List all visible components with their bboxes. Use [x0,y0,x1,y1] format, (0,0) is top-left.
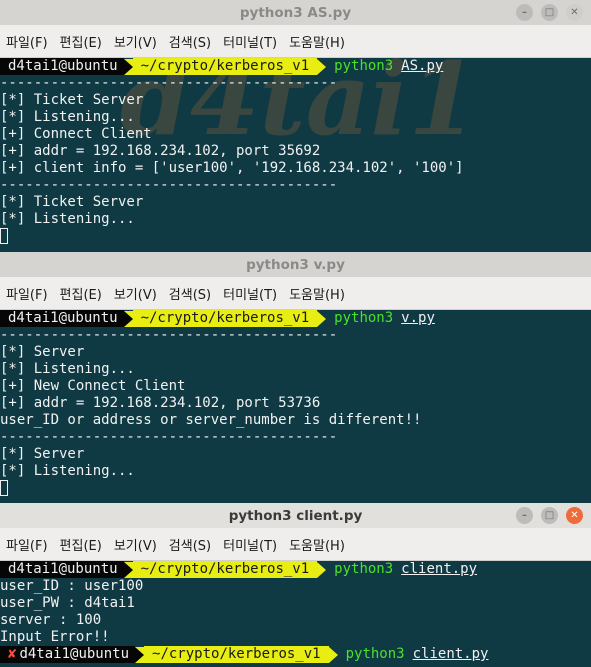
terminal-window-as[interactable]: python3 AS.py – □ ✕ 파일(F) 편집(E) 보기(V) 검색… [0,0,591,250]
output-line: [*] Listening... [0,463,135,479]
prompt-path: ~/crypto/kerberos_v1 [144,646,329,663]
output-line: [*] Ticket Server [0,92,144,108]
prompt-host: d4tai1@ubuntu [0,310,124,327]
output-line: [+] addr = 192.168.234.102, port 35692 [0,143,321,159]
titlebar[interactable]: python3 AS.py – □ ✕ [0,0,591,25]
close-icon[interactable]: ✕ [566,4,583,21]
error-x-icon: ✘ [8,646,17,662]
powerline-arrow-icon [123,561,133,578]
output-line: [*] Ticket Server [0,194,144,210]
output-line: [*] Listening... [0,211,135,227]
menu-view[interactable]: 보기(V) [114,32,157,51]
output-line: ---------------------------------------- [0,327,338,343]
terminal-output[interactable]: d4tai1@ubuntu ~/crypto/kerberos_v1 python3… [0,561,591,663]
shell-prompt: ✘ d4tai1@ubuntu ~/crypto/kerberos_v1 python… [0,646,591,663]
menu-view[interactable]: 보기(V) [114,535,157,554]
terminal-cursor [0,228,8,244]
output-line: user_PW : d4tai1 [0,595,135,611]
minimize-icon[interactable]: – [516,507,533,524]
powerline-arrow-icon [135,646,145,663]
output-line: server : 100 [0,612,102,628]
terminal-cursor [0,480,8,496]
menu-file[interactable]: 파일(F) [6,535,48,554]
prompt-command: python3 [334,58,394,74]
prompt-host-text: d4tai1@ubuntu [19,646,130,662]
menu-search[interactable]: 검색(S) [169,535,211,554]
prompt-path: ~/crypto/kerberos_v1 [132,561,318,578]
terminal-window-v[interactable]: python3 v.py 파일(F) 편집(E) 보기(V) 검색(S) 터미널… [0,252,591,498]
window-title: python3 client.py [228,507,363,524]
menu-search[interactable]: 검색(S) [169,284,211,303]
prompt-command: python3 [334,310,394,326]
output-line: ---------------------------------------- [0,177,338,193]
prompt-host: d4tai1@ubuntu [0,561,124,578]
prompt-argument: client.py [412,646,489,662]
titlebar[interactable]: python3 client.py – □ ✕ [0,503,591,528]
output-line: ---------------------------------------- [0,75,338,91]
menu-terminal[interactable]: 터미널(T) [223,535,277,554]
menubar: 파일(F) 편집(E) 보기(V) 검색(S) 터미널(T) 도움말(H) [0,277,591,310]
menu-view[interactable]: 보기(V) [114,284,157,303]
prompt-argument: AS.py [401,58,444,74]
shell-prompt: d4tai1@ubuntu ~/crypto/kerberos_v1 python3… [0,58,591,75]
maximize-icon[interactable]: □ [541,4,558,21]
menu-help[interactable]: 도움말(H) [289,32,345,51]
powerline-arrow-icon [317,58,327,75]
output-line: user_ID or address or server_number is d… [0,412,422,428]
prompt-host: d4tai1@ubuntu [0,58,124,75]
powerline-arrow-icon [328,646,338,663]
terminal-output[interactable]: d4tai1@ubuntu ~/crypto/kerberos_v1 python3… [0,58,591,245]
menu-edit[interactable]: 편집(E) [60,535,102,554]
titlebar[interactable]: python3 v.py [0,252,591,277]
menu-terminal[interactable]: 터미널(T) [223,284,277,303]
menu-terminal[interactable]: 터미널(T) [223,32,277,51]
prompt-path: ~/crypto/kerberos_v1 [132,58,318,75]
output-line: Input Error!! [0,629,110,645]
output-line: [+] client info = ['user100', '192.168.2… [0,160,464,176]
terminal-window-client[interactable]: python3 client.py – □ ✕ 파일(F) 편집(E) 보기(V… [0,503,591,667]
output-line: [*] Listening... [0,109,135,125]
menu-edit[interactable]: 편집(E) [60,284,102,303]
menu-help[interactable]: 도움말(H) [289,284,345,303]
menu-search[interactable]: 검색(S) [169,32,211,51]
shell-prompt: d4tai1@ubuntu ~/crypto/kerberos_v1 python3… [0,561,591,578]
close-icon[interactable]: ✕ [566,507,583,524]
menu-file[interactable]: 파일(F) [6,32,48,51]
output-line: [+] Connect Client [0,126,152,142]
window-title: python3 AS.py [239,4,352,21]
prompt-command: python3 [345,646,405,662]
powerline-arrow-icon [317,561,327,578]
shell-prompt: d4tai1@ubuntu ~/crypto/kerberos_v1 python3… [0,310,591,327]
output-line: [*] Server [0,446,85,462]
menu-edit[interactable]: 편집(E) [60,32,102,51]
powerline-arrow-icon [123,310,133,327]
menu-file[interactable]: 파일(F) [6,284,48,303]
prompt-path: ~/crypto/kerberos_v1 [132,310,318,327]
output-line: [*] Listening... [0,361,135,377]
prompt-host: ✘ d4tai1@ubuntu [0,646,136,663]
powerline-arrow-icon [123,58,133,75]
output-line: [*] Server [0,344,85,360]
prompt-argument: v.py [401,310,435,326]
maximize-icon[interactable]: □ [541,507,558,524]
prompt-argument: client.py [401,561,478,577]
menu-help[interactable]: 도움말(H) [289,535,345,554]
terminal-output[interactable]: d4tai1@ubuntu ~/crypto/kerberos_v1 python3… [0,310,591,497]
menubar: 파일(F) 편집(E) 보기(V) 검색(S) 터미널(T) 도움말(H) [0,528,591,561]
output-line: user_ID : user100 [0,578,144,594]
powerline-arrow-icon [317,310,327,327]
prompt-command: python3 [334,561,394,577]
window-title: python3 v.py [246,256,345,273]
output-line: [+] New Connect Client [0,378,186,394]
minimize-icon[interactable]: – [516,4,533,21]
menubar: 파일(F) 편집(E) 보기(V) 검색(S) 터미널(T) 도움말(H) [0,25,591,58]
output-line: [+] addr = 192.168.234.102, port 53736 [0,395,321,411]
output-line: ---------------------------------------- [0,429,338,445]
